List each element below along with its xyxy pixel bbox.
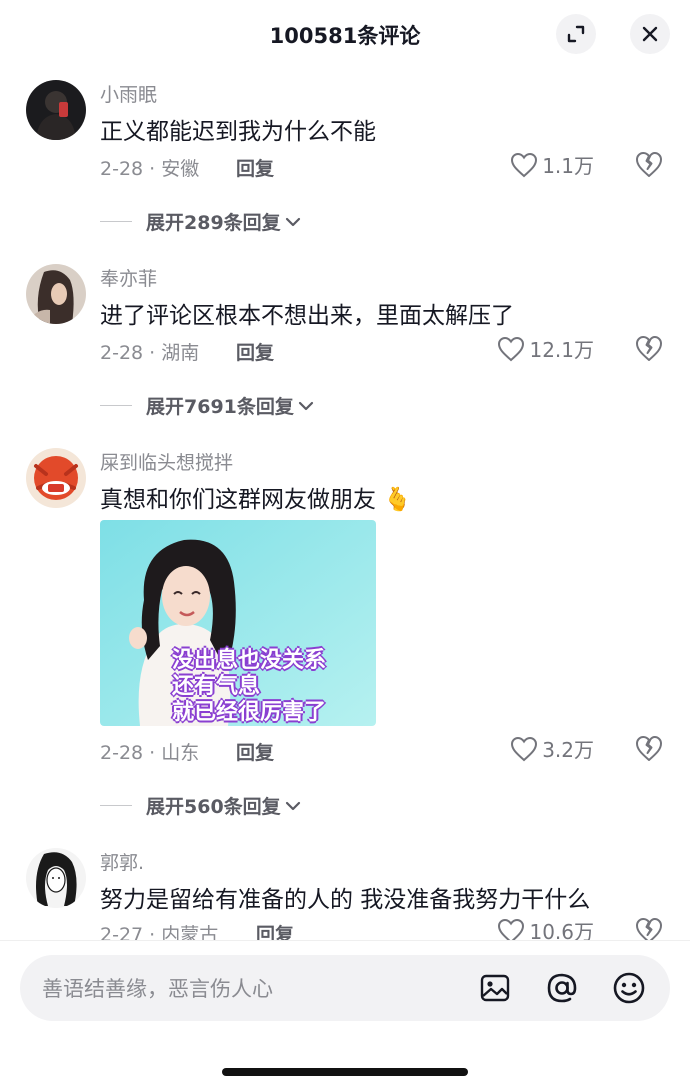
comment-text: 真想和你们这群网友做朋友 🫰 — [100, 480, 412, 514]
comment-input-container — [20, 955, 670, 1021]
comment-text: 努力是留给有准备的人的 我没准备我努力干什么 — [100, 887, 591, 913]
comments-header: 100581条评论 — [0, 0, 690, 68]
heart-icon — [498, 336, 525, 361]
heart-icon — [498, 918, 525, 940]
like-button[interactable]: 12.1万 — [497, 334, 594, 363]
heart-icon — [511, 152, 538, 177]
divider — [100, 805, 132, 806]
divider — [100, 221, 132, 222]
divider — [100, 405, 132, 406]
comment-date-location: 2-28 · 湖南 — [100, 342, 200, 364]
heart-icon — [511, 736, 538, 761]
comment-date-location: 2-27 · 内蒙古 — [100, 924, 219, 940]
sticker-caption-line: 还有气息 — [172, 674, 261, 699]
broken-heart-icon — [636, 152, 662, 177]
comment-text-content: 真想和你们这群网友做朋友 — [100, 487, 376, 513]
image-icon — [480, 974, 510, 1002]
home-indicator[interactable] — [222, 1068, 468, 1076]
avatar[interactable] — [26, 848, 86, 908]
broken-heart-icon — [636, 336, 662, 361]
like-count: 10.6万 — [529, 920, 594, 940]
expand-icon — [567, 25, 585, 43]
close-icon — [642, 26, 658, 42]
comment-item: 奉亦菲 进了评论区根本不想出来，里面太解压了 2-28 · 湖南 回复 12.1… — [0, 252, 690, 436]
comment-input[interactable] — [40, 965, 464, 1013]
comment-date-location: 2-28 · 安徽 — [100, 158, 200, 180]
reply-button[interactable]: 回复 — [236, 338, 274, 365]
comment-text: 进了评论区根本不想出来，里面太解压了 — [100, 303, 514, 329]
avatar[interactable] — [26, 448, 86, 508]
emoji-button[interactable] — [612, 971, 646, 1005]
like-count: 3.2万 — [542, 738, 594, 762]
expand-replies-label: 展开289条回复 — [146, 212, 281, 234]
expand-replies-label: 展开560条回复 — [146, 796, 281, 818]
expand-replies-button[interactable]: 展开7691条回复 — [100, 392, 316, 419]
like-button[interactable]: 10.6万 — [497, 916, 594, 940]
expand-button[interactable] — [556, 14, 596, 54]
broken-heart-icon — [636, 918, 662, 940]
comment-date-location: 2-28 · 山东 — [100, 742, 200, 764]
dislike-button[interactable] — [634, 916, 664, 940]
expand-replies-label: 展开7691条回复 — [146, 396, 294, 418]
sticker-caption-line: 没出息也没关系 — [172, 648, 327, 673]
comment-item: 小雨眠 正义都能迟到我为什么不能 2-28 · 安徽 回复 1.1万 展开289… — [0, 68, 690, 252]
like-count: 1.1万 — [542, 154, 594, 178]
reply-button[interactable]: 回复 — [236, 738, 274, 765]
comment-author[interactable]: 小雨眠 — [100, 80, 157, 107]
finger-heart-emoji: 🫰 — [383, 487, 412, 513]
comment-item: 郭郭. 努力是留给有准备的人的 我没准备我努力干什么 2-27 · 内蒙古 回复… — [0, 836, 690, 940]
like-button[interactable]: 1.1万 — [510, 150, 594, 179]
close-button[interactable] — [630, 14, 670, 54]
comment-author[interactable]: 奉亦菲 — [100, 264, 157, 291]
comment-author[interactable]: 郭郭. — [100, 848, 144, 875]
expand-replies-button[interactable]: 展开289条回复 — [100, 208, 303, 235]
expand-replies-button[interactable]: 展开560条回复 — [100, 792, 303, 819]
comment-text: 正义都能迟到我为什么不能 — [100, 119, 376, 145]
comment-author[interactable]: 屎到临头想搅拌 — [100, 448, 233, 475]
dislike-button[interactable] — [634, 334, 664, 364]
dislike-button[interactable] — [634, 150, 664, 180]
chevron-down-icon — [285, 217, 300, 226]
like-button[interactable]: 3.2万 — [510, 734, 594, 763]
comment-list[interactable]: 小雨眠 正义都能迟到我为什么不能 2-28 · 安徽 回复 1.1万 展开289… — [0, 68, 690, 940]
image-button[interactable] — [478, 971, 512, 1005]
broken-heart-icon — [636, 736, 662, 761]
emoji-icon — [613, 972, 645, 1004]
avatar[interactable] — [26, 264, 86, 324]
dislike-button[interactable] — [634, 734, 664, 764]
sticker-caption-line: 就已经很厉害了 — [172, 700, 327, 725]
comment-item: 屎到临头想搅拌 真想和你们这群网友做朋友 🫰 没出息也没关系 还有气息 就已经很… — [0, 436, 690, 836]
comment-sticker-image[interactable]: 没出息也没关系 还有气息 就已经很厉害了 — [100, 520, 376, 726]
like-count: 12.1万 — [529, 338, 594, 362]
mention-button[interactable] — [545, 971, 579, 1005]
at-icon — [547, 973, 577, 1003]
reply-button[interactable]: 回复 — [256, 920, 294, 940]
chevron-down-icon — [285, 801, 300, 810]
avatar[interactable] — [26, 80, 86, 140]
reply-button[interactable]: 回复 — [236, 154, 274, 181]
sticker-caption: 没出息也没关系 还有气息 就已经很厉害了 — [172, 648, 326, 726]
chevron-down-icon — [298, 401, 313, 410]
